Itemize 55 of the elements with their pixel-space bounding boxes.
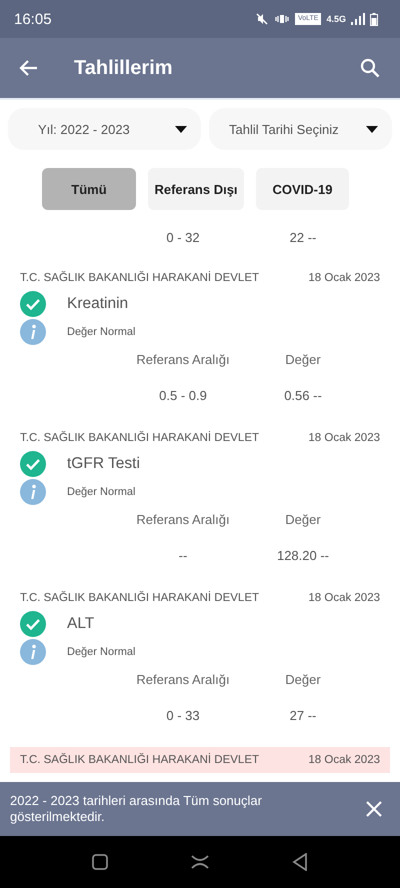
- back-arrow-icon: [18, 59, 38, 77]
- result-date: 18 Ocak 2023: [308, 432, 380, 444]
- reference-range: 0 - 32: [165, 230, 201, 244]
- vibrate-icon: [274, 13, 290, 25]
- square-icon[interactable]: [92, 854, 108, 870]
- status-note: Değer Normal: [67, 486, 136, 498]
- search-icon: [360, 58, 380, 78]
- filter-tab[interactable]: Tümü: [42, 168, 136, 210]
- mute-icon: [254, 12, 269, 26]
- result-value: 27 --: [288, 708, 318, 722]
- reference-range: 0.5 - 0.9: [158, 388, 208, 402]
- screen-title: Tahlillerim: [74, 56, 174, 80]
- column-label: Referans Aralığı: [135, 512, 231, 526]
- column-label: Değer: [284, 672, 322, 686]
- result-date: 18 Ocak 2023: [308, 592, 380, 604]
- signal-icon: [351, 13, 365, 25]
- hospital-name: T.C. SAĞLIK BAKANLIĞI HARAKANİ DEVLET: [20, 272, 260, 284]
- dropdown[interactable]: Yıl: 2022 - 2023: [8, 108, 201, 150]
- test-name: Kreatinin: [67, 295, 128, 313]
- status-note: Değer Normal: [67, 326, 136, 338]
- hospital-name: T.C. SAĞLIK BAKANLIĞI HARAKANİ DEVLET: [20, 754, 260, 766]
- result-value: 128.20 --: [276, 548, 330, 562]
- snackbar-message: 2022 - 2023 tarihleri arasında Tüm sonuçlar gösterilmektedir.: [10, 793, 263, 825]
- hospital-name: T.C. SAĞLIK BAKANLIĞI HARAKANİ DEVLET: [20, 592, 260, 604]
- clock: 16:05: [14, 10, 52, 28]
- result-value: 22 --: [288, 230, 318, 244]
- network-type: 4.5G: [326, 14, 346, 24]
- back-triangle-icon[interactable]: [292, 853, 308, 871]
- result-date: 18 Ocak 2023: [308, 272, 380, 284]
- reference-range: --: [178, 548, 188, 562]
- column-label: Değer: [284, 512, 322, 526]
- column-label: Değer: [284, 352, 322, 366]
- check-circle-icon: [20, 611, 46, 637]
- column-label: Referans Aralığı: [135, 672, 231, 686]
- status-note: Değer Normal: [67, 646, 136, 658]
- dropdown-caret-icon: [175, 126, 187, 132]
- info-icon: [20, 639, 46, 665]
- reference-range: 0 - 33: [165, 708, 201, 722]
- home-icon[interactable]: [190, 855, 209, 869]
- check-circle-icon: [20, 451, 46, 477]
- column-label: Referans Aralığı: [135, 352, 231, 366]
- result-value: 0.56 --: [283, 388, 323, 402]
- filter-tab[interactable]: COVID-19: [256, 168, 349, 210]
- test-name: tGFR Testi: [67, 455, 140, 473]
- dropdown-caret-icon: [366, 126, 378, 132]
- check-circle-icon: [20, 291, 46, 317]
- close-icon: [366, 801, 382, 817]
- test-name: ALT: [67, 615, 94, 633]
- info-icon: [20, 479, 46, 505]
- battery-icon: [370, 12, 378, 26]
- result-date: 18 Ocak 2023: [308, 754, 380, 766]
- hospital-name: T.C. SAĞLIK BAKANLIĞI HARAKANİ DEVLET: [20, 432, 260, 444]
- dropdown[interactable]: Tahlil Tarihi Seçiniz: [209, 108, 392, 150]
- filter-tab[interactable]: Referans Dışı: [148, 168, 244, 210]
- info-icon: [20, 319, 46, 345]
